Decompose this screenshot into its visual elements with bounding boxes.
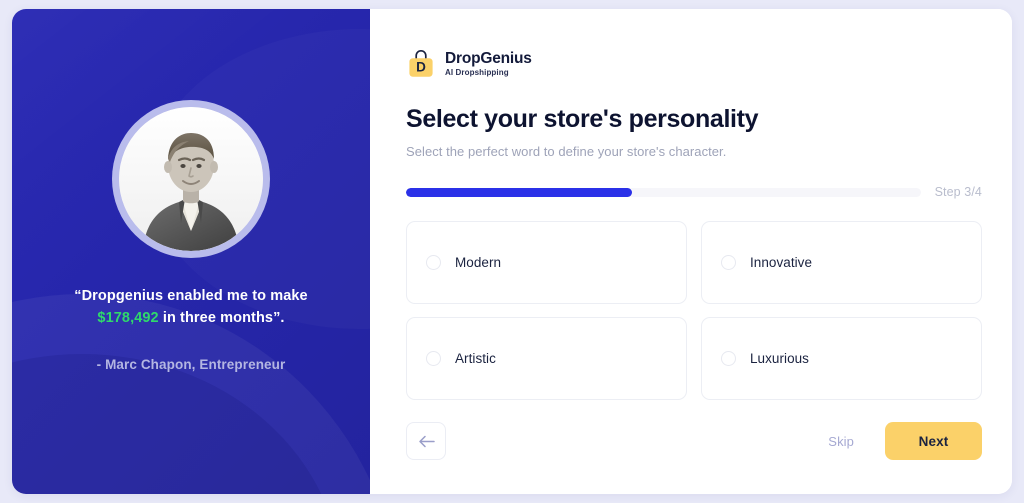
option-card[interactable]: Modern — [406, 221, 687, 304]
testimonial-panel: “Dropgenius enabled me to make $178,492 … — [12, 9, 370, 494]
quote-line-2: in three months”. — [162, 310, 285, 327]
option-label: Modern — [455, 255, 502, 270]
step-counter: Step 3/4 — [934, 185, 982, 199]
testimonial-quote: “Dropgenius enabled me to make $178,492 … — [46, 285, 336, 330]
personality-options-grid: Modern Innovative Artistic Luxurious — [406, 221, 982, 400]
next-button[interactable]: Next — [885, 422, 982, 460]
brand-logo: D DropGenius AI Dropshipping — [406, 48, 982, 79]
page-title: Select your store's personality — [406, 105, 759, 133]
option-card[interactable]: Innovative — [701, 221, 982, 304]
progress-bar-track — [406, 187, 921, 197]
arrow-left-icon — [418, 435, 435, 448]
radio-icon[interactable] — [721, 351, 736, 366]
option-label: Luxurious — [750, 351, 809, 366]
background-wave-decoration — [12, 354, 342, 494]
avatar-ring — [112, 100, 270, 258]
brand-tagline: AI Dropshipping — [445, 68, 509, 78]
quote-amount: $178,492 — [97, 310, 159, 327]
radio-icon[interactable] — [721, 255, 736, 270]
quote-line-1: “Dropgenius enabled me to make — [74, 288, 308, 304]
onboarding-form-panel: D DropGenius AI Dropshipping Select your… — [370, 9, 1012, 494]
brand-name: DropGenius — [445, 49, 532, 67]
progress-indicator: Step 3/4 — [406, 185, 982, 199]
avatar — [119, 107, 263, 251]
progress-bar-fill — [406, 187, 633, 197]
form-navigation: Skip Next — [406, 422, 982, 460]
option-card[interactable]: Artistic — [406, 317, 687, 400]
onboarding-card: “Dropgenius enabled me to make $178,492 … — [12, 9, 1012, 494]
page-subtitle: Select the perfect word to define your s… — [406, 144, 727, 159]
testimonial-attribution: - Marc Chapon, Entrepreneur — [96, 356, 286, 372]
option-label: Artistic — [455, 351, 496, 366]
back-button[interactable] — [406, 422, 446, 460]
skip-link[interactable]: Skip — [828, 434, 854, 449]
radio-icon[interactable] — [426, 351, 441, 366]
svg-text:D: D — [416, 59, 426, 74]
option-label: Innovative — [750, 255, 813, 270]
radio-icon[interactable] — [426, 255, 441, 270]
option-card[interactable]: Luxurious — [701, 317, 982, 400]
shopping-bag-icon: D — [406, 48, 436, 79]
